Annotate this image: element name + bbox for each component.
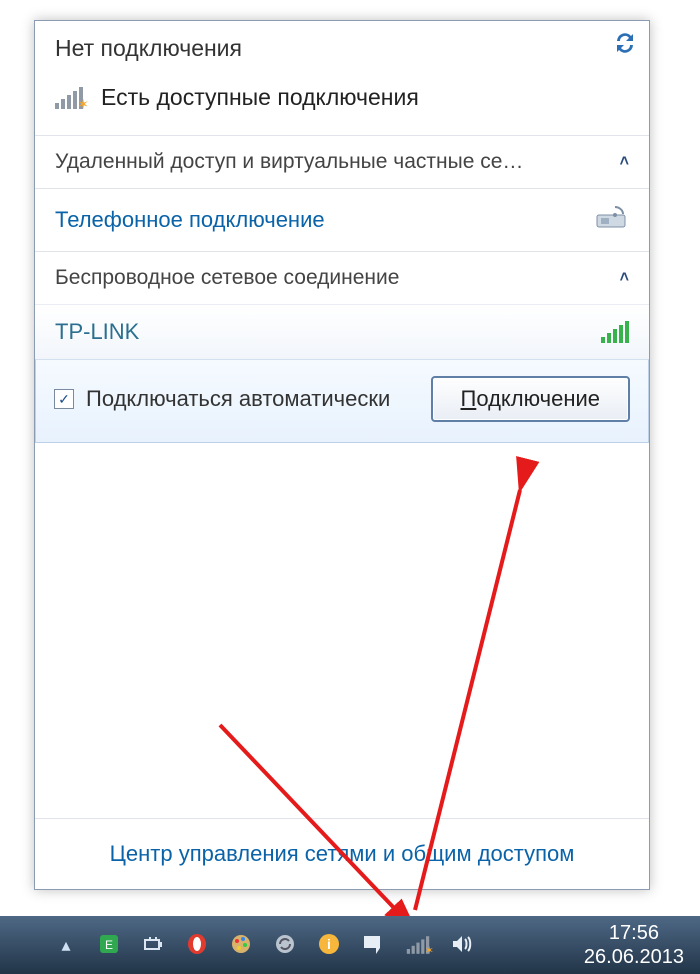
connect-button[interactable]: Подключение: [431, 376, 631, 422]
wifi-network-row[interactable]: TP-LINK: [35, 304, 649, 359]
modem-icon: [595, 203, 629, 237]
svg-text:E: E: [105, 938, 113, 952]
network-center-link[interactable]: Центр управления сетями и общим доступом: [110, 841, 575, 866]
chevron-up-icon: ˄: [620, 153, 629, 171]
section-wireless-label: Беспроводное сетевое соединение: [55, 266, 399, 290]
available-label: Есть доступные подключения: [101, 84, 419, 111]
tray-sync-icon[interactable]: [274, 933, 298, 957]
chevron-up-icon: ˄: [620, 269, 629, 287]
auto-connect-label: Подключаться автоматически: [86, 385, 390, 413]
section-wireless[interactable]: Беспроводное сетевое соединение ˄: [35, 251, 649, 304]
section-dialup-vpn[interactable]: Удаленный доступ и виртуальные частные с…: [35, 135, 649, 188]
flyout-footer: Центр управления сетями и общим доступом: [35, 818, 649, 889]
tray-action-center-icon[interactable]: [362, 933, 386, 957]
tray-paint-icon[interactable]: [230, 933, 254, 957]
tray-network-icon[interactable]: [406, 933, 430, 957]
taskbar: ▴ E i: [0, 916, 700, 974]
tray-power-icon[interactable]: [142, 933, 166, 957]
section-dialup-label: Удаленный доступ и виртуальные частные с…: [55, 150, 523, 174]
connect-button-label: Подключение: [461, 386, 601, 411]
tray-volume-icon[interactable]: [450, 933, 474, 957]
network-flyout: Нет подключения Есть доступные подключен…: [34, 20, 650, 890]
signal-available-icon: [55, 87, 83, 109]
tray-opera-icon[interactable]: [186, 933, 210, 957]
item-phone-connection[interactable]: Телефонное подключение: [35, 188, 649, 251]
clock-date: 26.06.2013: [584, 945, 684, 969]
phone-connection-label: Телефонное подключение: [55, 207, 325, 233]
available-connections-row: Есть доступные подключения: [35, 64, 649, 135]
clock-time: 17:56: [584, 921, 684, 945]
wifi-network-name: TP-LINK: [55, 319, 139, 345]
tray-info-icon[interactable]: i: [318, 933, 342, 957]
taskbar-clock[interactable]: 17:56 26.06.2013: [584, 921, 684, 969]
system-tray: ▴ E i: [54, 933, 474, 957]
wifi-selected-panel: ✓ Подключаться автоматически Подключение: [35, 359, 649, 443]
tray-app-icon[interactable]: E: [98, 933, 122, 957]
signal-full-icon: [601, 321, 629, 343]
checkbox-icon: ✓: [54, 389, 74, 409]
tray-show-hidden-icon[interactable]: ▴: [54, 933, 78, 957]
status-title: Нет подключения: [55, 35, 629, 62]
svg-text:i: i: [327, 936, 331, 952]
refresh-button[interactable]: [613, 31, 637, 55]
refresh-icon: [613, 31, 637, 55]
auto-connect-checkbox[interactable]: ✓ Подключаться автоматически: [54, 385, 390, 413]
